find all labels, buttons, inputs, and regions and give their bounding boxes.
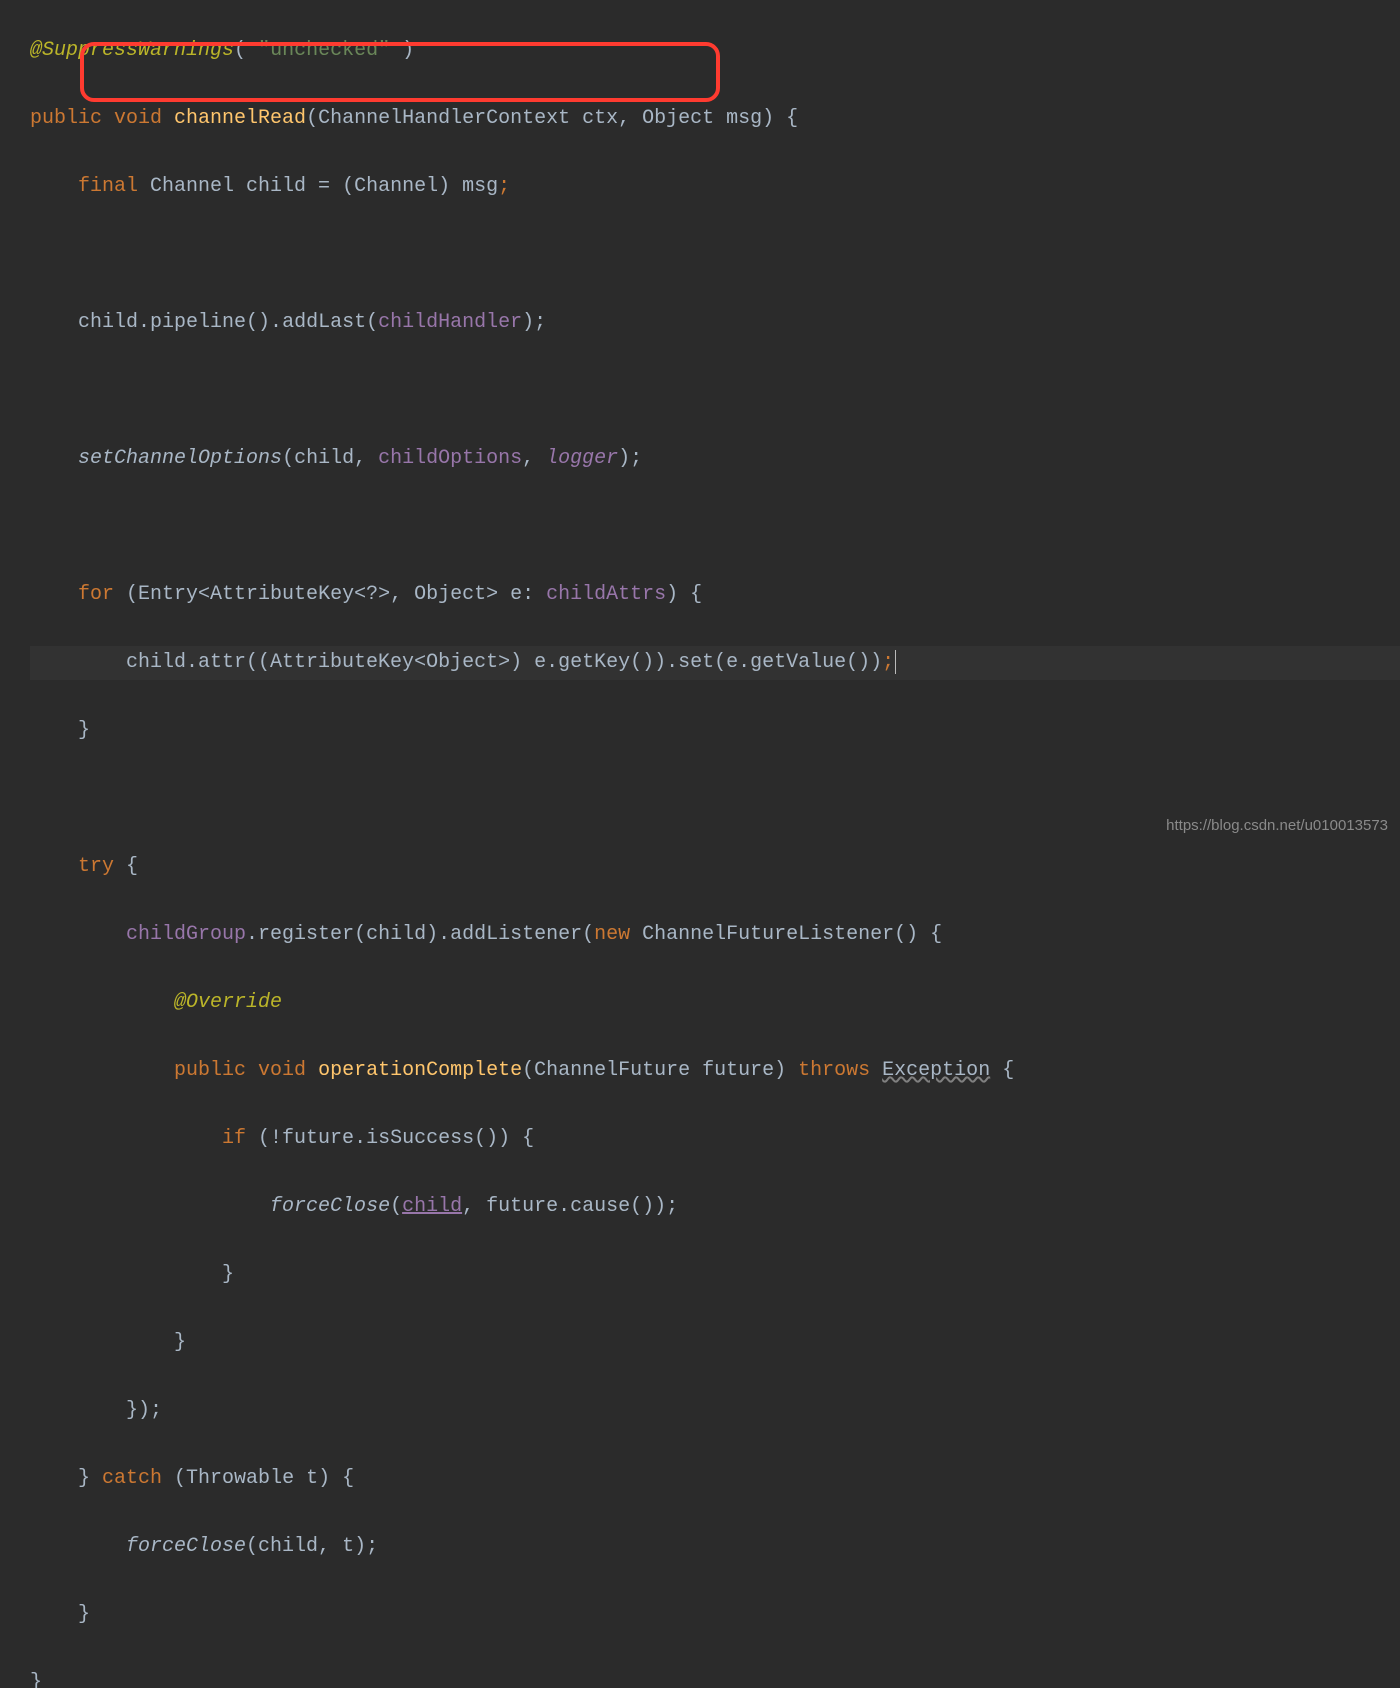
code-line: setChannelOptions(child, childOptions, l… [30, 442, 1400, 476]
code-line: public void channelRead(ChannelHandlerCo… [30, 102, 1400, 136]
code-line: } [30, 714, 1400, 748]
code-line: for (Entry<AttributeKey<?>, Object> e: c… [30, 578, 1400, 612]
code-line: try { [30, 850, 1400, 884]
code-line: } [30, 1258, 1400, 1292]
code-line-cursor: child.attr((AttributeKey<Object>) e.getK… [30, 646, 1400, 680]
code-editor[interactable]: @SuppressWarnings( "unchecked" ) public … [0, 0, 1400, 1688]
code-line: } catch (Throwable t) { [30, 1462, 1400, 1496]
code-line [30, 510, 1400, 544]
code-line: } [30, 1598, 1400, 1632]
code-line: childGroup.register(child).addListener(n… [30, 918, 1400, 952]
code-line [30, 238, 1400, 272]
code-line: forceClose(child, future.cause()); [30, 1190, 1400, 1224]
code-line: forceClose(child, t); [30, 1530, 1400, 1564]
code-line [30, 374, 1400, 408]
code-line: } [30, 1666, 1400, 1688]
watermark: https://blog.csdn.net/u010013573 [1166, 813, 1388, 839]
code-line: }); [30, 1394, 1400, 1428]
code-line: } [30, 1326, 1400, 1360]
code-line: @SuppressWarnings( "unchecked" ) [30, 34, 1400, 68]
code-line: if (!future.isSuccess()) { [30, 1122, 1400, 1156]
code-line: final Channel child = (Channel) msg; [30, 170, 1400, 204]
code-line: @Override [30, 986, 1400, 1020]
code-line [30, 782, 1400, 816]
annotation: @SuppressWarnings [30, 39, 234, 62]
code-line: child.pipeline().addLast(childHandler); [30, 306, 1400, 340]
code-line: public void operationComplete(ChannelFut… [30, 1054, 1400, 1088]
text-cursor [895, 650, 896, 674]
